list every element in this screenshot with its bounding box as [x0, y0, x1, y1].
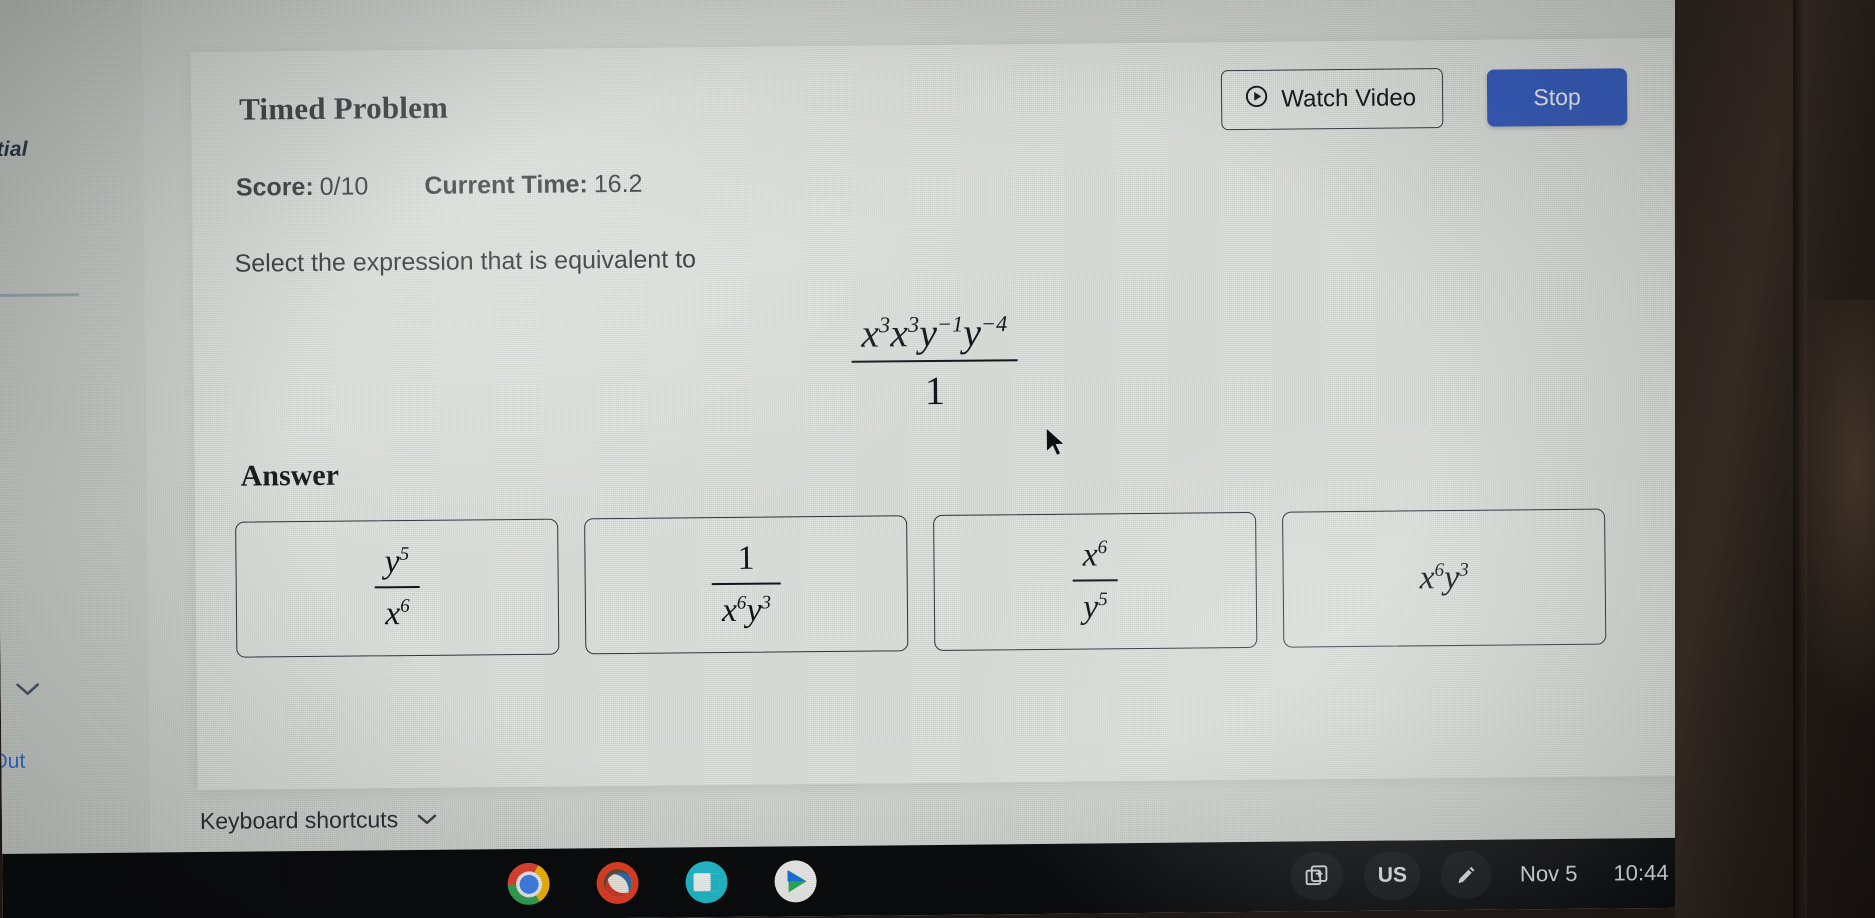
answer-choice-3[interactable]: x6 y5	[933, 511, 1258, 652]
current-time-label: Current Time:	[424, 170, 588, 200]
shelf-time: 10:44	[1613, 859, 1669, 886]
expression-denominator: 1	[924, 367, 946, 414]
choice-denominator: x6y3	[721, 591, 772, 630]
shelf-date: Nov 5	[1519, 860, 1578, 887]
answer-choice-4[interactable]: x6y3	[1282, 508, 1607, 648]
battery-icon	[1723, 857, 1738, 887]
watch-video-label: Watch Video	[1281, 84, 1417, 113]
card-header-actions: Watch Video Stop	[1221, 66, 1628, 131]
score-stat: Score: 0/10	[236, 172, 369, 202]
browser-page: ntial Out Timed Problem Watch Video Stop…	[0, 0, 1775, 854]
chevron-down-icon[interactable]	[15, 682, 41, 703]
choice-numerator: y5	[384, 543, 410, 581]
wifi-icon	[1682, 859, 1709, 886]
watch-video-button[interactable]: Watch Video	[1221, 68, 1444, 131]
answer-choices: y5 x6 1 x6y3 x6 y5 x6y3	[235, 508, 1607, 658]
chrome-app-icon[interactable]	[507, 862, 550, 906]
laptop-screen-photo: ntial Out Timed Problem Watch Video Stop…	[0, 0, 1875, 918]
paint-app-icon[interactable]	[596, 861, 639, 905]
keyboard-shortcuts-toggle[interactable]: Keyboard shortcuts	[200, 806, 438, 835]
sidebar-course-title: ntial	[0, 137, 28, 162]
date-time-tray[interactable]: Nov 5	[1512, 861, 1586, 888]
taskbar-app-icons	[507, 860, 817, 906]
slides-app-icon[interactable]	[685, 861, 728, 904]
keyboard-shortcuts-label: Keyboard shortcuts	[199, 806, 399, 835]
choice-numerator: 1	[737, 539, 755, 577]
answer-choice-2[interactable]: 1 x6y3	[584, 515, 909, 655]
system-tray[interactable]: 10:44	[1605, 857, 1746, 888]
bezel-reflection	[1785, 300, 1875, 720]
problem-card: Timed Problem Watch Video Stop Score: 0/…	[190, 37, 1680, 791]
taskbar-status-area: US Nov 5 10:44	[1290, 848, 1747, 901]
expression-numerator: x3x3y−1y−4	[861, 309, 1008, 356]
page-title: Timed Problem	[238, 89, 449, 127]
desks-icon[interactable]	[1290, 852, 1345, 901]
current-time-value: 16.2	[593, 169, 643, 199]
keyboard-layout-indicator[interactable]: US	[1363, 851, 1422, 900]
choice-fraction: x6 y5	[1072, 536, 1118, 626]
left-sidebar: ntial Out	[0, 0, 151, 854]
choice-denominator: y5	[1082, 588, 1108, 626]
choice-fraction: y5 x6	[374, 543, 420, 633]
laptop-screen: ntial Out Timed Problem Watch Video Stop…	[0, 0, 1775, 918]
answer-choice-1[interactable]: y5 x6	[235, 518, 560, 658]
choice-fraction: 1 x6y3	[711, 539, 781, 630]
current-time-stat: Current Time: 16.2	[424, 170, 642, 201]
answer-heading: Answer	[240, 458, 340, 493]
score-label: Score:	[235, 172, 314, 202]
sidebar-divider	[0, 293, 79, 298]
choice-denominator: x6	[384, 595, 410, 633]
stylus-icon[interactable]	[1440, 850, 1493, 900]
sidebar-logout-link[interactable]: Out	[0, 750, 25, 774]
score-value: 0/10	[319, 172, 369, 201]
problem-prompt: Select the expression that is equivalent…	[234, 245, 697, 278]
keyboard-layout-label: US	[1377, 863, 1408, 887]
chevron-down-icon	[416, 806, 438, 833]
stop-button[interactable]: Stop	[1486, 67, 1628, 127]
choice-numerator: x6	[1082, 536, 1108, 574]
problem-meta: Score: 0/10 Current Time: 16.2	[236, 170, 643, 203]
problem-expression: x3x3y−1y−4 1	[193, 306, 1676, 418]
choice-expression: x6y3	[1419, 558, 1469, 597]
play-circle-icon	[1244, 84, 1269, 116]
play-store-app-icon[interactable]	[774, 860, 817, 903]
